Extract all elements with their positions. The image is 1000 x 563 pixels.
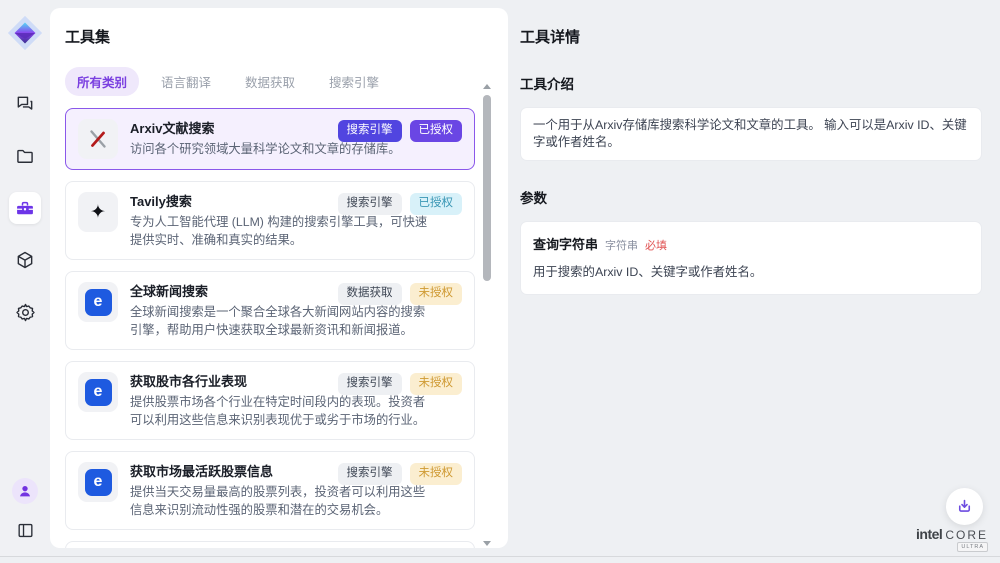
- chat-icon[interactable]: [9, 88, 41, 120]
- tab-all-categories[interactable]: 所有类别: [65, 67, 139, 96]
- tool-card-arxiv[interactable]: Arxiv文献搜索 访问各个研究领域大量科学论文和文章的存储库。 搜索引擎 已授…: [65, 108, 475, 170]
- category-tabs: 所有类别 语言翻译 数据获取 搜索引擎: [65, 67, 508, 96]
- parameter-card: 查询字符串 字符串 必填 用于搜索的Arxiv ID、关键字或作者姓名。: [520, 221, 982, 295]
- detail-title: 工具详情: [520, 26, 982, 47]
- news-e-logo-icon: e: [78, 282, 118, 322]
- params-heading: 参数: [520, 187, 982, 207]
- tab-data-fetch[interactable]: 数据获取: [233, 67, 307, 96]
- tool-card-active-stocks[interactable]: e 获取市场最活跃股票信息 提供当天交易量最高的股票列表，投资者可以利用这些信息…: [65, 451, 475, 530]
- unauthorized-badge: 未授权: [410, 373, 463, 395]
- icon-rail: [0, 0, 50, 556]
- brand-intel-text: intel: [916, 526, 942, 542]
- toolbox-icon[interactable]: [9, 192, 41, 224]
- tool-detail-panel: 工具详情 工具介绍 一个用于从Arxiv存储库搜索科学论文和文章的工具。 输入可…: [520, 0, 982, 295]
- collapse-panel-icon[interactable]: [13, 518, 37, 542]
- category-badge: 搜索引擎: [338, 463, 402, 485]
- scroll-down-arrow-icon[interactable]: [483, 541, 491, 546]
- news-e-logo-icon: e: [78, 462, 118, 502]
- user-avatar[interactable]: [12, 478, 38, 504]
- scroll-up-arrow-icon[interactable]: [483, 84, 491, 89]
- news-e-logo-icon: e: [78, 372, 118, 412]
- category-badge: 搜索引擎: [338, 193, 402, 215]
- download-button[interactable]: [946, 488, 983, 525]
- category-badge: 数据获取: [338, 283, 402, 305]
- tool-description: 全球新闻搜索是一个聚合全球各大新闻网站内容的搜索引擎，帮助用户快速获取全球最新资…: [130, 304, 435, 339]
- tab-search-engine[interactable]: 搜索引擎: [317, 67, 391, 96]
- authorized-badge: 已授权: [410, 193, 463, 215]
- tool-description: 专为人工智能代理 (LLM) 构建的搜索引擎工具，可快速提供实时、准确和真实的结…: [130, 214, 435, 249]
- category-badge: 搜索引擎: [338, 373, 402, 395]
- download-icon: [955, 497, 974, 516]
- unauthorized-badge: 未授权: [410, 463, 463, 485]
- unauthorized-badge: 未授权: [410, 283, 463, 305]
- tool-card-global-news[interactable]: e 全球新闻搜索 全球新闻搜索是一个聚合全球各大新闻网站内容的搜索引擎，帮助用户…: [65, 271, 475, 350]
- tab-language-translation[interactable]: 语言翻译: [149, 67, 223, 96]
- authorized-badge: 已授权: [410, 120, 463, 142]
- tool-card-list: Arxiv文献搜索 访问各个研究领域大量科学论文和文章的存储库。 搜索引擎 已授…: [65, 108, 475, 548]
- tool-description: 提供当天交易量最高的股票列表，投资者可以利用这些信息来识别流动性强的股票和潜在的…: [130, 484, 435, 519]
- intel-core-logo: intel CORE ULTRA: [916, 526, 988, 542]
- brand-ultra-badge: ULTRA: [957, 542, 988, 552]
- list-scrollbar[interactable]: [482, 84, 492, 546]
- tool-description: 提供股票市场各个行业在特定时间段内的表现。投资者可以利用这些信息来识别表现优于或…: [130, 394, 435, 429]
- param-name: 查询字符串: [533, 234, 598, 253]
- scrollbar-thumb[interactable]: [483, 95, 491, 281]
- tavily-star-icon: ✦: [78, 192, 118, 232]
- tool-list-panel: 工具集 所有类别 语言翻译 数据获取 搜索引擎 Arxiv文献搜索 访问各个研究…: [50, 8, 508, 548]
- param-required-flag: 必填: [645, 237, 667, 253]
- intro-heading: 工具介绍: [520, 73, 982, 93]
- app-frame: 工具集 所有类别 语言翻译 数据获取 搜索引擎 Arxiv文献搜索 访问各个研究…: [0, 0, 1000, 557]
- category-badge: 搜索引擎: [338, 120, 402, 142]
- app-logo-icon: [6, 14, 44, 52]
- settings-gear-icon[interactable]: [9, 296, 41, 328]
- intro-text-box: 一个用于从Arxiv存储库搜索科学论文和文章的工具。 输入可以是Arxiv ID…: [520, 107, 982, 161]
- tool-card-stock-sectors[interactable]: e 获取股市各行业表现 提供股票市场各个行业在特定时间段内的表现。投资者可以利用…: [65, 361, 475, 440]
- brand-core-text: CORE: [945, 528, 988, 542]
- param-description: 用于搜索的Arxiv ID、关键字或作者姓名。: [533, 262, 969, 280]
- tool-description: 访问各个研究领域大量科学论文和文章的存储库。: [130, 141, 401, 159]
- tool-card-regional-news[interactable]: 万维地区新闻查询 查询具体行政区划内的新闻，快速了解各地新闻动态。 搜索引擎 未…: [65, 541, 475, 548]
- arxiv-logo-icon: [78, 119, 118, 159]
- tool-card-tavily[interactable]: ✦ Tavily搜索 专为人工智能代理 (LLM) 构建的搜索引擎工具，可快速提…: [65, 181, 475, 260]
- param-type: 字符串: [605, 237, 638, 253]
- page-title: 工具集: [65, 26, 508, 47]
- cube-icon[interactable]: [9, 244, 41, 276]
- folder-icon[interactable]: [9, 140, 41, 172]
